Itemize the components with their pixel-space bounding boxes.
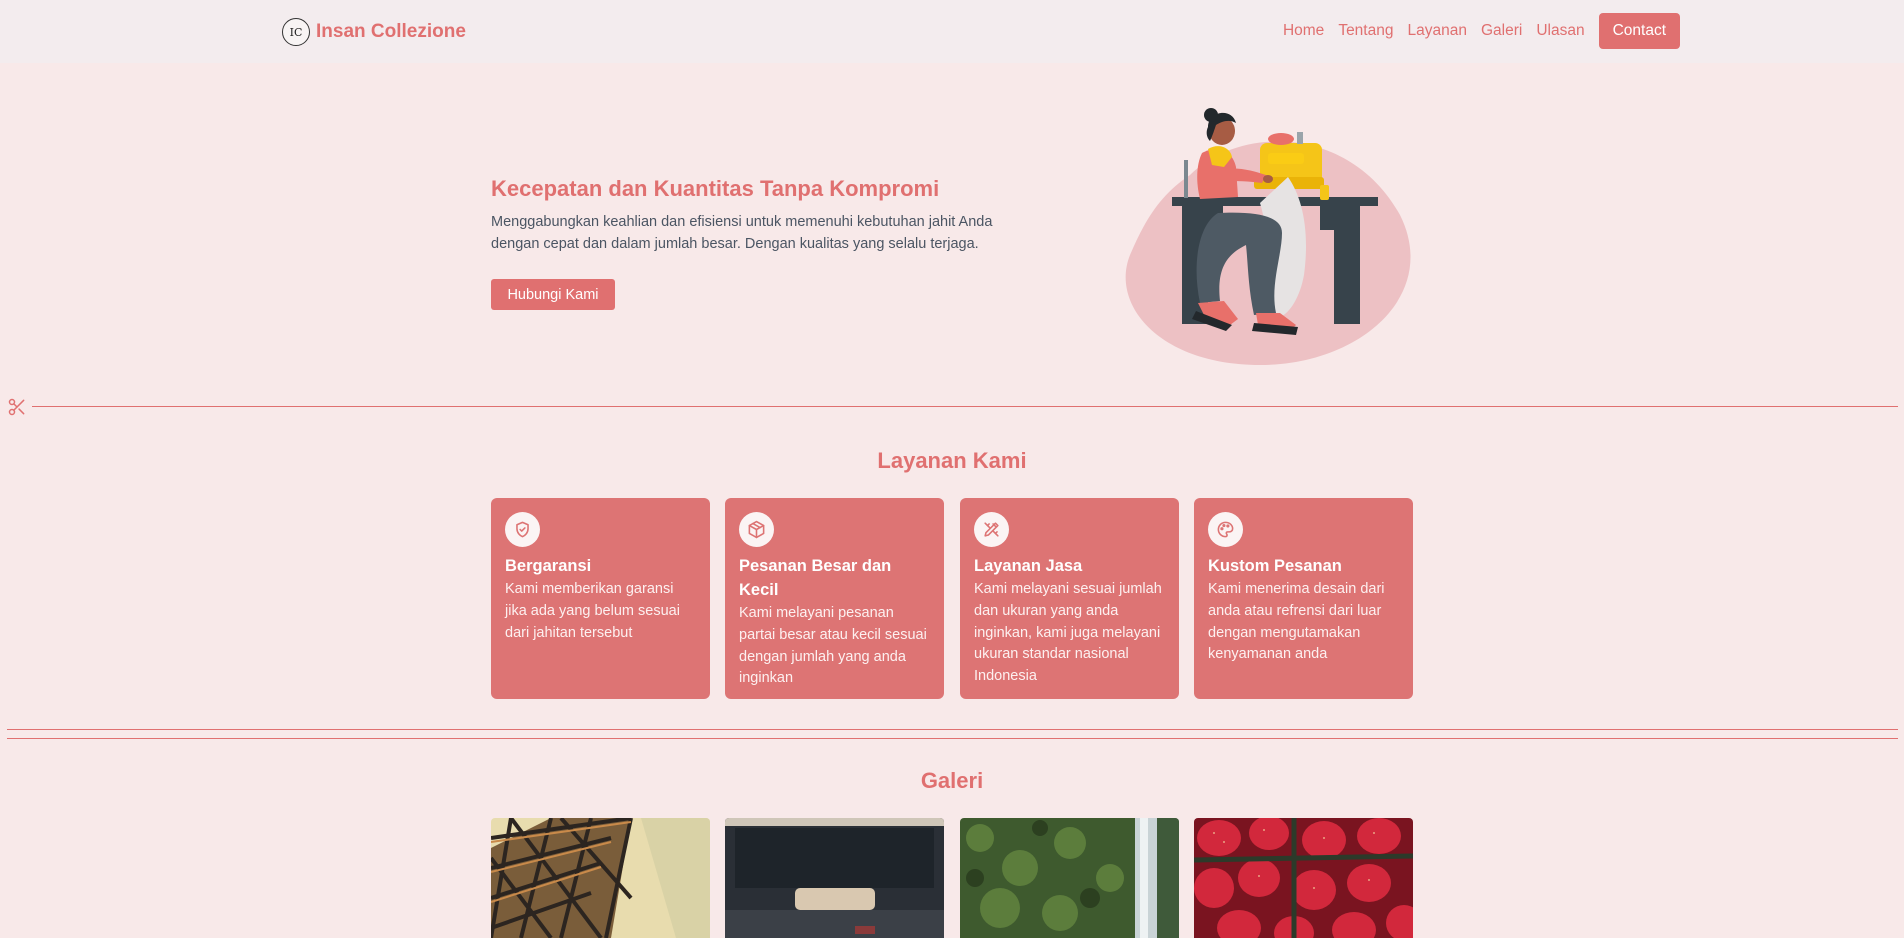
services-title: Layanan Kami: [877, 448, 1027, 473]
woman-sewing-machine-illustration: [1125, 108, 1411, 365]
gallery-image-car-interior[interactable]: [725, 818, 944, 938]
card-description: Kami menerima desain dari anda atau refr…: [1208, 581, 1385, 663]
nav-links: Home Tentang Layanan Galeri Ulasan Conta…: [1269, 13, 1680, 49]
contact-us-button[interactable]: Hubungi Kami: [491, 279, 615, 310]
shield-check-icon: [505, 512, 540, 547]
nav-link-layanan[interactable]: Layanan: [1407, 13, 1466, 49]
nav-link-home[interactable]: Home: [1283, 13, 1324, 49]
service-card-kustom: Kustom Pesanan Kami menerima desain dari…: [1194, 498, 1413, 699]
card-description: Kami melayani sesuai jumlah dan ukuran y…: [974, 581, 1162, 685]
gallery-image-strawberries[interactable]: [1194, 818, 1413, 938]
gallery-title: Galeri: [920, 768, 984, 793]
card-title: Bergaransi: [505, 557, 592, 575]
hero-description: Menggabungkan keahlian dan efisiensi unt…: [491, 214, 993, 252]
nav-link-tentang[interactable]: Tentang: [1338, 13, 1393, 49]
ruler-pencil-icon: [974, 512, 1009, 547]
car-interior-photo: [725, 818, 944, 938]
card-title: Kustom Pesanan: [1208, 557, 1342, 575]
service-card-bergaransi: Bergaransi Kami memberikan garansi jika …: [491, 498, 710, 699]
gallery-image-steel-structure[interactable]: [491, 818, 710, 938]
nav-link-galeri[interactable]: Galeri: [1481, 13, 1522, 49]
contact-button[interactable]: Contact: [1598, 13, 1680, 49]
logo-icon: IC: [282, 18, 310, 46]
gallery-image-waterfall[interactable]: [960, 818, 1179, 938]
strawberries-photo: [1194, 818, 1413, 938]
hero-title: Kecepatan dan Kuantitas Tanpa Kompromi: [491, 176, 940, 201]
service-card-layanan-jasa: Layanan Jasa Kami melayani sesuai jumlah…: [960, 498, 1179, 699]
scissors-divider: [0, 397, 1904, 417]
waterfall-photo: [960, 818, 1179, 938]
card-description: Kami memberikan garansi jika ada yang be…: [505, 581, 680, 641]
card-description: Kami melayani pesanan partai besar atau …: [739, 605, 927, 687]
card-title: Layanan Jasa: [974, 557, 1083, 575]
brand-link[interactable]: IC Insan Collezione: [282, 17, 466, 47]
double-line-divider: [7, 729, 1898, 739]
brand-name: Insan Collezione: [316, 21, 466, 42]
nav-link-ulasan[interactable]: Ulasan: [1536, 13, 1584, 49]
navbar: IC Insan Collezione Home Tentang Layanan…: [0, 0, 1904, 63]
service-card-pesanan: Pesanan Besar dan Kecil Kami melayani pe…: [725, 498, 944, 699]
steel-structure-photo: [491, 818, 710, 938]
card-title: Pesanan Besar dan Kecil: [739, 557, 892, 599]
box-icon: [739, 512, 774, 547]
palette-icon: [1208, 512, 1243, 547]
scissors-icon: [8, 398, 25, 416]
divider-line: [32, 406, 1898, 407]
